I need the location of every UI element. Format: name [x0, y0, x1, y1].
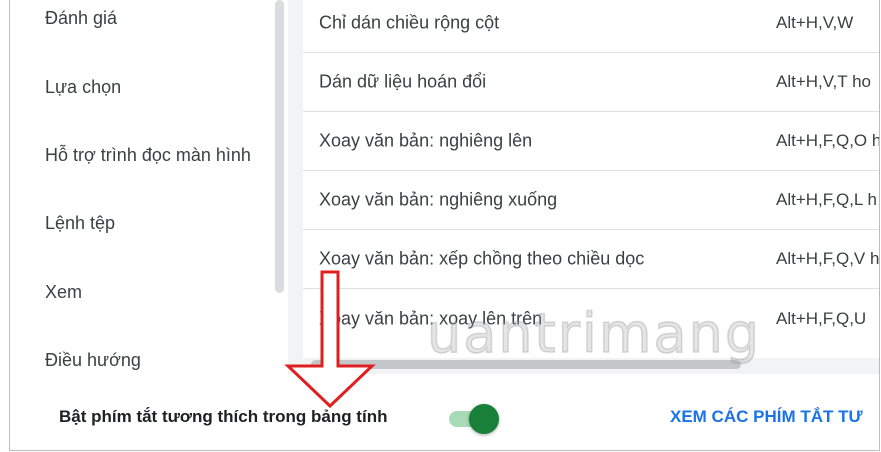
sidebar-item-screen-reader[interactable]: Hỗ trợ trình đọc màn hình	[45, 145, 251, 166]
shortcut-action: Xoay văn bản: nghiêng xuống	[319, 189, 558, 210]
sidebar-item-file-commands[interactable]: Lệnh tệp	[45, 213, 115, 234]
dialog-footer: Bật phím tắt tương thích trong bảng tính…	[10, 374, 879, 450]
shortcut-keys: Alt+H,F,Q,L h	[776, 190, 877, 209]
shortcut-action: Dán dữ liệu hoán đổi	[319, 71, 487, 92]
shortcut-action: Xoay văn bản: xoay lên trên	[319, 308, 543, 328]
sidebar-item-selection[interactable]: Lựa chọn	[45, 77, 121, 98]
view-spreadsheet-shortcuts-link[interactable]: XEM CÁC PHÍM TẮT TƯ	[670, 407, 863, 427]
shortcut-keys: Alt+H,V,W	[776, 13, 854, 32]
table-row: Xoay văn bản: nghiêng lên Alt+H,F,Q,O h	[303, 112, 880, 171]
toggle-knob	[469, 404, 499, 434]
table-row: Dán dữ liệu hoán đổi Alt+H,V,T ho	[303, 53, 879, 112]
horizontal-scrollbar[interactable]	[303, 358, 879, 374]
compat-shortcuts-toggle[interactable]	[449, 403, 499, 434]
shortcuts-dialog: Đánh giá Lựa chọn Hỗ trợ trình đọc màn h…	[9, 0, 880, 451]
sidebar-scrollbar[interactable]	[275, 0, 284, 293]
shortcut-keys: Alt+H,F,Q,O h	[776, 131, 880, 150]
shortcut-action: Chỉ dán chiều rộng cột	[319, 12, 500, 33]
shortcut-action: Xoay văn bản: nghiêng lên	[319, 130, 533, 151]
shortcuts-panel: Chỉ dán chiều rộng cột Alt+H,V,W Dán dữ …	[288, 0, 880, 374]
sidebar-item-review[interactable]: Đánh giá	[45, 8, 117, 29]
compat-shortcuts-label: Bật phím tắt tương thích trong bảng tính	[59, 407, 388, 426]
horizontal-scrollbar-thumb[interactable]	[311, 360, 741, 369]
shortcut-keys: Alt+H,F,Q,V h	[776, 249, 880, 268]
shortcut-keys: Alt+H,F,Q,U	[776, 308, 867, 328]
table-row: Chỉ dán chiều rộng cột Alt+H,V,W	[303, 0, 879, 53]
shortcuts-table: Chỉ dán chiều rộng cột Alt+H,V,W Dán dữ …	[303, 0, 880, 358]
shortcut-action: Xoay văn bản: xếp chồng theo chiều dọc	[319, 248, 645, 269]
table-row: Xoay văn bản: xoay lên trên Alt+H,F,Q,U	[303, 289, 879, 348]
table-row: Xoay văn bản: nghiêng xuống Alt+H,F,Q,L …	[303, 171, 879, 230]
category-sidebar: Đánh giá Lựa chọn Hỗ trợ trình đọc màn h…	[10, 0, 288, 374]
sidebar-item-navigation[interactable]: Điều hướng	[45, 350, 141, 371]
shortcut-keys: Alt+H,V,T ho	[776, 72, 871, 91]
sidebar-item-view[interactable]: Xem	[45, 282, 82, 303]
table-row: Xoay văn bản: xếp chồng theo chiều dọc A…	[303, 230, 880, 289]
